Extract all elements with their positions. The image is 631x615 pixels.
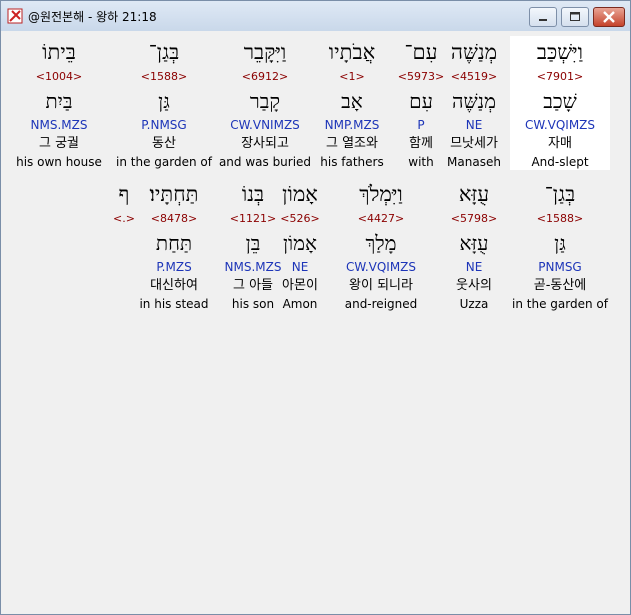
hebrew-word: וַיִּשְׁכַּב	[536, 40, 584, 64]
hebrew-word: עֻזָּא	[458, 182, 490, 206]
morph-code: NE	[465, 260, 483, 274]
word-cell[interactable]: וַיִּשְׁכַּב <7901> שָׁכַב CW.VQIMZS 자매 And-s…	[510, 36, 610, 170]
word-cell[interactable]: ף <.>	[74, 178, 174, 312]
strong-number: <1588>	[536, 212, 584, 225]
hebrew-word: אֲבֹתָיו	[328, 40, 376, 64]
lemma-word: אָב	[341, 89, 363, 113]
strong-number: <1588>	[140, 70, 188, 83]
english-gloss: Uzza	[459, 297, 489, 311]
morph-code: P.NMSG	[141, 118, 187, 132]
morph-code: NMS.MZS	[30, 118, 88, 132]
maximize-icon	[570, 12, 580, 21]
app-window: @원전본해 - 왕하 21:18 וַיִּשְׁכַּב <7901> שָׁכַ…	[0, 0, 631, 615]
morph-code: CW.VNIMZS	[230, 118, 300, 132]
word-cell[interactable]: בְּגַן־ <1588> גַּן P.NMSG 동산 in the garden o…	[114, 36, 214, 170]
korean-gloss: 곧-동산에	[533, 278, 587, 293]
english-gloss: his fathers	[320, 155, 384, 169]
hebrew-word: בְּגַן־	[148, 40, 180, 64]
english-gloss	[74, 296, 174, 312]
minimize-icon	[539, 19, 547, 21]
lemma-word	[74, 227, 174, 259]
morph-code: NMP.MZS	[324, 118, 380, 132]
english-gloss: in the garden of	[116, 155, 212, 169]
lemma-word: עֻזָּא	[459, 231, 489, 255]
window-title: @원전본해 - 왕하 21:18	[28, 10, 157, 24]
interlinear-panel[interactable]: וַיִּשְׁכַּב <7901> שָׁכַב CW.VQIMZS 자매 And-s…	[9, 32, 622, 607]
strong-number: <1>	[339, 70, 365, 83]
english-gloss: and was buried	[218, 155, 312, 169]
title-bar[interactable]: @원전본해 - 왕하 21:18	[1, 1, 630, 31]
strong-number: <7901>	[536, 70, 584, 83]
korean-gloss: 웃사의	[456, 278, 492, 293]
word-cell[interactable]: אֲבֹתָיו <1> אָב NMP.MZS 그 열조와 his fathers	[302, 36, 402, 170]
strong-number: <1004>	[35, 70, 83, 83]
lemma-word: קָבַר	[249, 89, 281, 113]
lemma-word: גַּן	[554, 231, 566, 255]
word-cell[interactable]: בְּגַן־ <1588> גַּן PNMSG 곧-동산에 in the garden…	[510, 178, 610, 312]
morph-code	[74, 259, 174, 276]
morph-code: CW.VQIMZS	[524, 118, 596, 132]
korean-gloss: 장사되고	[241, 136, 289, 151]
hebrew-word: בֵּיתוֹ	[42, 40, 76, 64]
strong-number: <5798>	[450, 212, 498, 225]
app-icon	[7, 8, 23, 24]
close-icon	[603, 11, 615, 23]
strong-number: <6912>	[241, 70, 289, 83]
hebrew-word: בְּגַן־	[544, 182, 576, 206]
korean-gloss: 그 궁궐	[38, 136, 79, 151]
english-gloss: his own house	[16, 155, 102, 169]
english-gloss: in the garden of	[512, 297, 608, 311]
minimize-button[interactable]	[529, 7, 557, 27]
korean-gloss: 자매	[548, 136, 572, 151]
lemma-word: שָׁכַב	[543, 89, 577, 113]
close-button[interactable]	[593, 7, 625, 27]
morph-code: PNMSG	[538, 260, 582, 274]
word-cell[interactable]: וַיִּקָּבֵר <6912> קָבַר CW.VNIMZS 장사되고 and w…	[215, 36, 315, 170]
word-cell[interactable]: בֵּיתוֹ <1004> בַּיִת NMS.MZS 그 궁궐 his own ho…	[9, 36, 109, 170]
korean-gloss: 동산	[152, 136, 176, 151]
lemma-word: בַּיִת	[45, 89, 73, 113]
lemma-word: גַּן	[158, 89, 170, 113]
strong-number: <.>	[113, 212, 135, 225]
english-gloss: And-slept	[531, 155, 589, 169]
hebrew-word: ף	[118, 182, 130, 206]
hebrew-word: וַיִּקָּבֵר	[243, 40, 287, 64]
korean-gloss	[74, 276, 174, 296]
korean-gloss: 그 열조와	[326, 136, 378, 151]
maximize-button[interactable]	[561, 7, 589, 27]
word-cell[interactable]: עֻזָּא <5798> עֻזָּא NE 웃사의 Uzza	[424, 178, 524, 312]
